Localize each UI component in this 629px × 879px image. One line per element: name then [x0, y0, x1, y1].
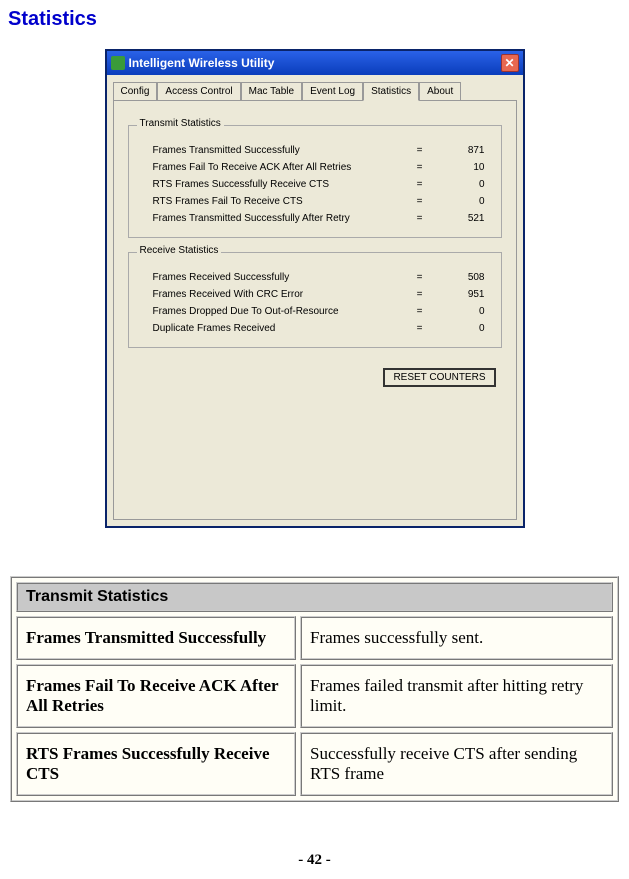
- transmit-group: Transmit Statistics Frames Transmitted S…: [128, 125, 502, 238]
- close-icon[interactable]: ✕: [501, 54, 519, 72]
- stat-row: Duplicate Frames Received=0: [135, 320, 495, 337]
- equals-icon: =: [405, 306, 435, 317]
- tabs: Config Access Control Mac Table Event Lo…: [107, 75, 523, 100]
- table-row: Frames Transmitted Successfully Frames s…: [16, 616, 613, 660]
- definitions-table: Transmit Statistics Frames Transmitted S…: [10, 576, 619, 802]
- equals-icon: =: [405, 272, 435, 283]
- stat-label: Frames Transmitted Successfully After Re…: [153, 213, 405, 224]
- desc-cell: Frames successfully sent.: [300, 616, 613, 660]
- term-cell: Frames Fail To Receive ACK After All Ret…: [16, 664, 296, 728]
- stat-value: 0: [435, 196, 485, 207]
- tab-event-log[interactable]: Event Log: [302, 82, 363, 101]
- equals-icon: =: [405, 196, 435, 207]
- equals-icon: =: [405, 162, 435, 173]
- receive-group: Receive Statistics Frames Received Succe…: [128, 252, 502, 348]
- stat-value: 508: [435, 272, 485, 283]
- stat-row: RTS Frames Successfully Receive CTS=0: [135, 176, 495, 193]
- stat-value: 871: [435, 145, 485, 156]
- receive-group-title: Receive Statistics: [137, 245, 222, 256]
- stat-value: 10: [435, 162, 485, 173]
- tab-access-control[interactable]: Access Control: [157, 82, 240, 101]
- definitions-header: Transmit Statistics: [16, 582, 613, 612]
- tab-config[interactable]: Config: [113, 82, 158, 101]
- stat-value: 0: [435, 306, 485, 317]
- stat-label: Frames Fail To Receive ACK After All Ret…: [153, 162, 405, 173]
- stat-label: Duplicate Frames Received: [153, 323, 405, 334]
- stat-row: Frames Received Successfully=508: [135, 269, 495, 286]
- stat-row: Frames Fail To Receive ACK After All Ret…: [135, 159, 495, 176]
- tab-mac-table[interactable]: Mac Table: [241, 82, 302, 101]
- stat-value: 521: [435, 213, 485, 224]
- term-cell: RTS Frames Successfully Receive CTS: [16, 732, 296, 796]
- stat-row: Frames Received With CRC Error=951: [135, 286, 495, 303]
- equals-icon: =: [405, 323, 435, 334]
- stat-value: 951: [435, 289, 485, 300]
- table-row: RTS Frames Successfully Receive CTS Succ…: [16, 732, 613, 796]
- titlebar: Intelligent Wireless Utility ✕: [107, 51, 523, 75]
- app-window: Intelligent Wireless Utility ✕ Config Ac…: [105, 49, 525, 528]
- term-cell: Frames Transmitted Successfully: [16, 616, 296, 660]
- stat-row: Frames Transmitted Successfully After Re…: [135, 210, 495, 227]
- equals-icon: =: [405, 289, 435, 300]
- equals-icon: =: [405, 145, 435, 156]
- table-row: Frames Fail To Receive ACK After All Ret…: [16, 664, 613, 728]
- stat-label: Frames Transmitted Successfully: [153, 145, 405, 156]
- reset-counters-button[interactable]: RESET COUNTERS: [383, 368, 495, 387]
- app-icon: [111, 56, 125, 70]
- tab-content: Transmit Statistics Frames Transmitted S…: [113, 100, 517, 520]
- tab-statistics[interactable]: Statistics: [363, 82, 419, 101]
- equals-icon: =: [405, 213, 435, 224]
- stat-label: Frames Dropped Due To Out-of-Resource: [153, 306, 405, 317]
- stat-label: Frames Received With CRC Error: [153, 289, 405, 300]
- page-number: - 42 -: [0, 852, 629, 869]
- window-title: Intelligent Wireless Utility: [129, 56, 497, 70]
- page-title: Statistics: [0, 0, 629, 31]
- stat-value: 0: [435, 323, 485, 334]
- stat-row: Frames Dropped Due To Out-of-Resource=0: [135, 303, 495, 320]
- equals-icon: =: [405, 179, 435, 190]
- stat-value: 0: [435, 179, 485, 190]
- desc-cell: Successfully receive CTS after sending R…: [300, 732, 613, 796]
- tab-about[interactable]: About: [419, 82, 461, 101]
- desc-cell: Frames failed transmit after hitting ret…: [300, 664, 613, 728]
- transmit-group-title: Transmit Statistics: [137, 118, 224, 129]
- stat-label: Frames Received Successfully: [153, 272, 405, 283]
- stat-label: RTS Frames Fail To Receive CTS: [153, 196, 405, 207]
- stat-row: Frames Transmitted Successfully=871: [135, 142, 495, 159]
- stat-label: RTS Frames Successfully Receive CTS: [153, 179, 405, 190]
- stat-row: RTS Frames Fail To Receive CTS=0: [135, 193, 495, 210]
